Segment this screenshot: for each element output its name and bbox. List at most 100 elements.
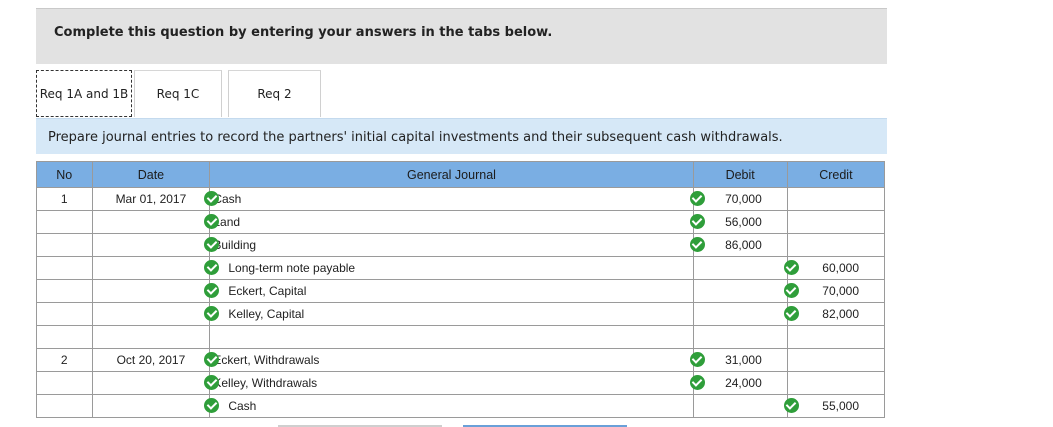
date-cell[interactable]: [91, 325, 211, 349]
col-header-general-journal: General Journal: [209, 161, 694, 188]
table-row: Kelley, Capital 82,000: [36, 302, 886, 326]
table-row: Building 86,000: [36, 233, 886, 257]
debit-cell[interactable]: [692, 325, 788, 349]
debit-amount: 70,000: [725, 192, 762, 206]
date-cell[interactable]: Oct 20, 2017: [91, 348, 211, 372]
col-header-date: Date: [91, 161, 211, 188]
date-cell[interactable]: Mar 01, 2017: [91, 187, 211, 211]
tab-req-1c[interactable]: Req 1C: [134, 70, 222, 117]
debit-cell[interactable]: [692, 394, 788, 418]
date-cell[interactable]: [91, 371, 211, 395]
credit-cell[interactable]: 60,000: [783, 256, 886, 280]
entry-no-cell[interactable]: [36, 233, 93, 257]
credit-cell[interactable]: 55,000: [783, 394, 886, 418]
debit-amount: 56,000: [725, 215, 762, 229]
credit-amount: 60,000: [822, 261, 859, 275]
entry-no: 2: [60, 353, 68, 367]
account-name: Long-term note payable: [228, 261, 356, 275]
correct-check-icon: [783, 398, 799, 413]
date-cell[interactable]: [91, 394, 211, 418]
correct-check-icon: [783, 260, 799, 275]
credit-amount: 55,000: [822, 399, 859, 413]
debit-cell[interactable]: 31,000: [689, 348, 788, 372]
col-header-no: No: [36, 161, 93, 188]
credit-cell[interactable]: [786, 187, 886, 211]
credit-cell[interactable]: [786, 371, 886, 395]
account-cell[interactable]: Kelley, Capital: [204, 302, 694, 326]
date-cell[interactable]: [91, 302, 211, 326]
entry-no-cell[interactable]: [36, 302, 93, 326]
table-row: 1 Mar 01, 2017 Cash 70,000: [36, 187, 886, 211]
account-name: Eckert, Capital: [228, 284, 307, 298]
account-cell[interactable]: Building: [204, 233, 694, 257]
debit-amount: 86,000: [725, 238, 762, 252]
entry-no-cell[interactable]: [36, 256, 93, 280]
correct-check-icon: [204, 283, 220, 298]
entry-no: 1: [60, 192, 68, 206]
credit-cell[interactable]: 70,000: [783, 279, 886, 303]
question-header-text: Complete this question by entering your …: [54, 25, 553, 40]
debit-cell[interactable]: [692, 256, 788, 280]
correct-check-icon: [783, 283, 799, 298]
entry-date: Mar 01, 2017: [115, 192, 187, 206]
table-row: [36, 325, 886, 349]
debit-cell[interactable]: [692, 279, 788, 303]
tab-req-1a-1b[interactable]: Req 1A and 1B: [36, 70, 132, 117]
table-row: Land 56,000: [36, 210, 886, 234]
account-name: Kelley, Capital: [228, 307, 305, 321]
entry-no-cell[interactable]: [36, 210, 93, 234]
account-cell[interactable]: Eckert, Capital: [204, 279, 694, 303]
correct-check-icon: [783, 306, 799, 321]
account-cell[interactable]: [209, 325, 694, 349]
account-name: Kelley, Withdrawals: [213, 376, 318, 390]
col-header-credit: Credit: [786, 161, 886, 188]
account-name: Building: [213, 238, 257, 252]
date-cell[interactable]: [91, 233, 211, 257]
debit-amount: 31,000: [725, 353, 762, 367]
general-journal-table: No Date General Journal Debit Credit 1 Ma…: [36, 161, 886, 418]
table-row: 2 Oct 20, 2017 Eckert, Withdrawals 31,000: [36, 348, 886, 372]
debit-cell[interactable]: 70,000: [689, 187, 788, 211]
entry-no-cell[interactable]: [36, 325, 93, 349]
debit-cell[interactable]: 24,000: [689, 371, 788, 395]
account-cell[interactable]: Long-term note payable: [204, 256, 694, 280]
credit-cell[interactable]: [786, 325, 886, 349]
debit-cell[interactable]: 56,000: [689, 210, 788, 234]
table-row: Kelley, Withdrawals 24,000: [36, 371, 886, 395]
credit-cell[interactable]: 82,000: [783, 302, 886, 326]
instruction-banner: Prepare journal entries to record the pa…: [36, 118, 887, 154]
entry-no-cell[interactable]: [36, 279, 93, 303]
date-cell[interactable]: [91, 256, 211, 280]
credit-amount: 82,000: [822, 307, 859, 321]
credit-cell[interactable]: [786, 233, 886, 257]
account-cell[interactable]: Cash: [204, 187, 694, 211]
correct-check-icon: [204, 398, 220, 413]
credit-cell[interactable]: [786, 348, 886, 372]
table-row: Eckert, Capital 70,000: [36, 279, 886, 303]
table-row: Cash 55,000: [36, 394, 886, 418]
entry-no-cell[interactable]: 2: [36, 348, 93, 372]
table-row: Long-term note payable 60,000: [36, 256, 886, 280]
correct-check-icon: [204, 306, 220, 321]
debit-amount: 24,000: [725, 376, 762, 390]
date-cell[interactable]: [91, 279, 211, 303]
col-header-debit: Debit: [692, 161, 788, 188]
entry-no-cell[interactable]: [36, 394, 93, 418]
entry-no-cell[interactable]: 1: [36, 187, 93, 211]
account-cell[interactable]: Eckert, Withdrawals: [204, 348, 694, 372]
correct-check-icon: [689, 214, 705, 229]
credit-amount: 70,000: [822, 284, 859, 298]
account-cell[interactable]: Cash: [204, 394, 694, 418]
correct-check-icon: [689, 352, 705, 367]
entry-no-cell[interactable]: [36, 371, 93, 395]
instruction-text: Prepare journal entries to record the pa…: [48, 130, 783, 145]
credit-cell[interactable]: [786, 210, 886, 234]
correct-check-icon: [204, 260, 220, 275]
account-name: Cash: [228, 399, 257, 413]
date-cell[interactable]: [91, 210, 211, 234]
tab-req-2[interactable]: Req 2: [228, 70, 321, 117]
debit-cell[interactable]: 86,000: [689, 233, 788, 257]
account-cell[interactable]: Kelley, Withdrawals: [204, 371, 694, 395]
debit-cell[interactable]: [692, 302, 788, 326]
account-cell[interactable]: Land: [204, 210, 694, 234]
